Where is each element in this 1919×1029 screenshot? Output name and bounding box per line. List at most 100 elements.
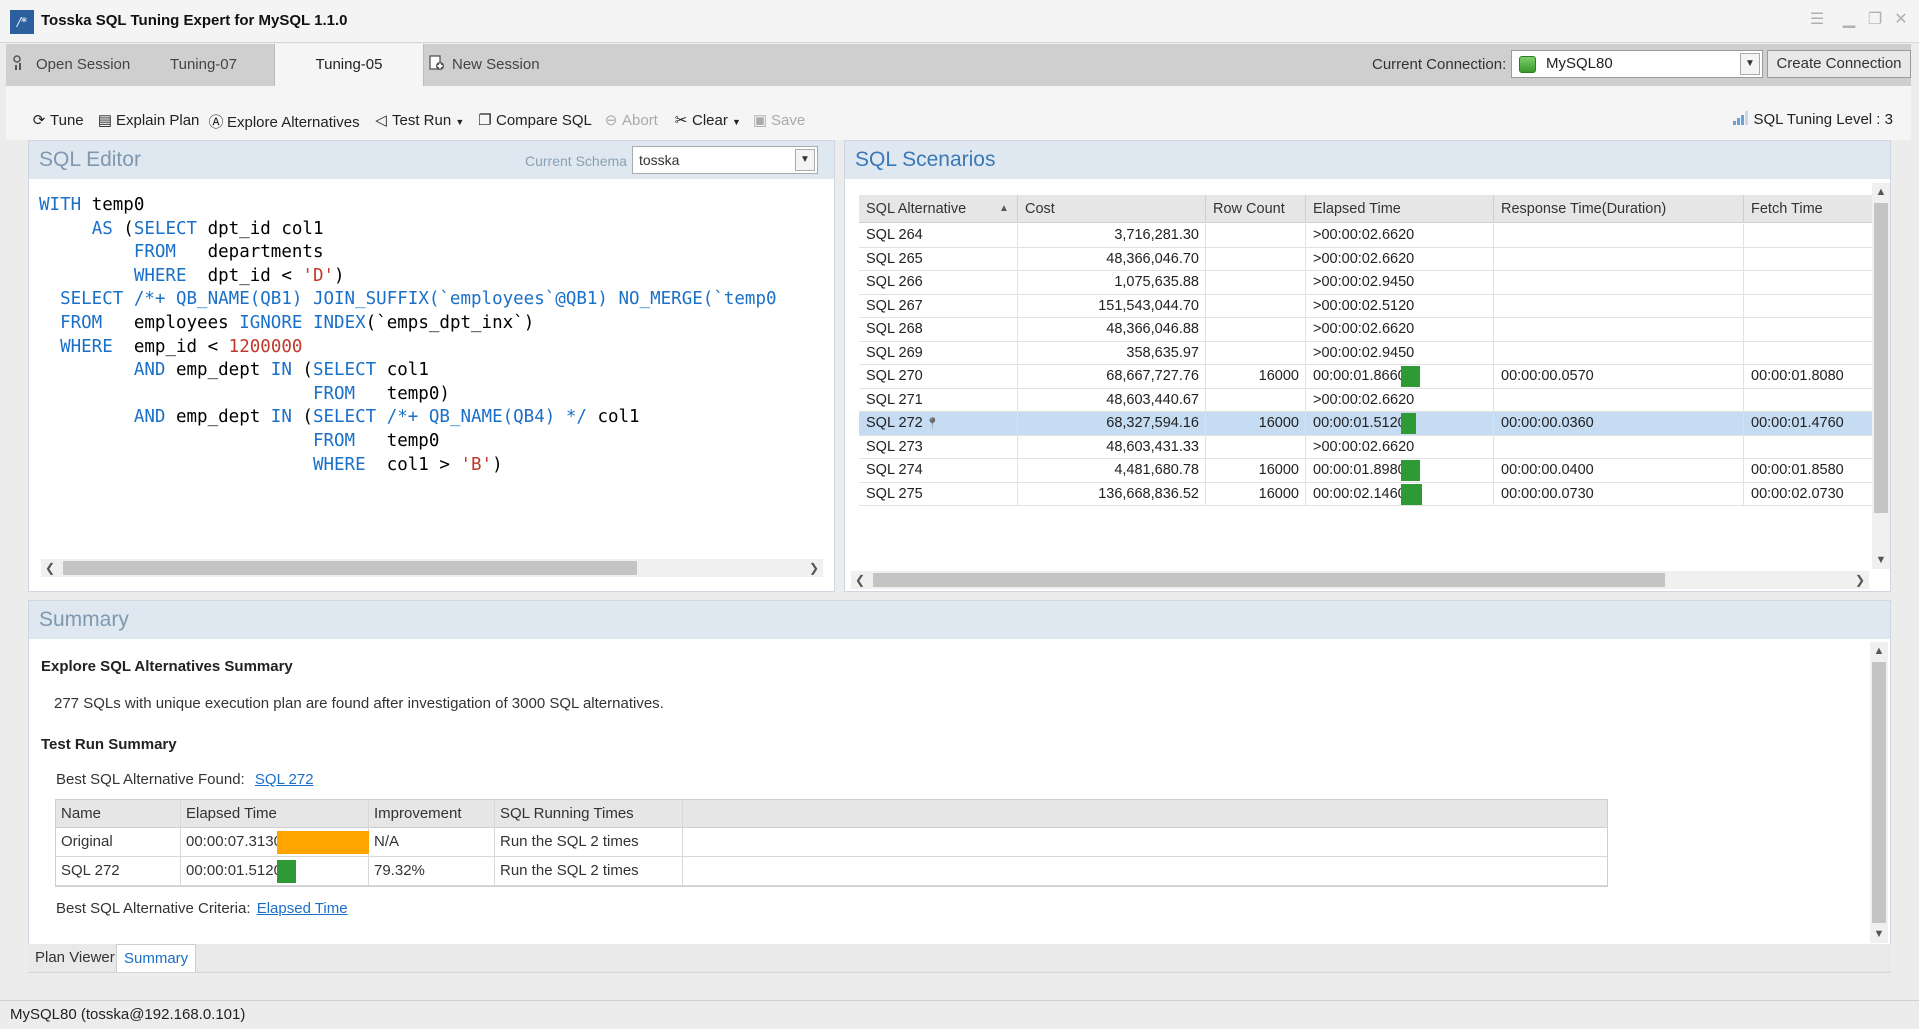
save-icon: ▣ xyxy=(752,112,768,129)
table-row[interactable]: SQL 269 358,635.97 >00:00:02.9450 xyxy=(859,341,1877,365)
cell-elapsed: >00:00:02.5120 xyxy=(1306,294,1494,318)
scroll-thumb[interactable] xyxy=(1874,203,1888,513)
cell-rows: 16000 xyxy=(1206,482,1306,506)
tab-summary[interactable]: Summary xyxy=(116,944,197,972)
clear-dropdown-icon[interactable]: ▼ xyxy=(732,117,741,127)
save-button[interactable]: ▣ Save xyxy=(751,111,805,129)
create-connection-button[interactable]: Create Connection xyxy=(1767,50,1911,78)
cell-response: 00:00:00.0570 xyxy=(1494,365,1744,388)
cell-elapsed: >00:00:02.6620 xyxy=(1306,388,1494,412)
cell-elapsed: 00:00:01.5120 xyxy=(181,857,369,885)
column-name[interactable]: Name xyxy=(56,800,181,828)
cell-text: 16000 xyxy=(1258,368,1299,384)
cell-cost: 358,635.97 xyxy=(1018,341,1206,365)
clear-button[interactable]: ✂ Clear ▼ xyxy=(672,111,741,129)
cell-text: >00:00:02.6620 xyxy=(1313,250,1415,267)
table-row[interactable]: SQL 264 3,716,281.30 >00:00:02.6620 xyxy=(859,224,1877,248)
table-row[interactable]: SQL 272 📍 68,327,594.16 16000 00:00:01.5120 0… xyxy=(859,412,1877,436)
scroll-right-icon[interactable]: ❯ xyxy=(1851,571,1869,589)
scroll-up-icon[interactable]: ▲ xyxy=(1870,642,1888,660)
menu-icon[interactable]: ☰ xyxy=(1806,10,1828,30)
chevron-down-icon[interactable]: ▼ xyxy=(1740,53,1760,75)
cell-text: N/A xyxy=(374,833,400,850)
tune-button[interactable]: ⟳ Tune xyxy=(30,111,84,129)
table-row[interactable]: SQL 272 00:00:01.5120 79.32% Run the SQL 2 … xyxy=(56,857,1607,886)
status-bar: MySQL80 (tosska@192.168.0.101) xyxy=(0,1000,1919,1029)
table-row[interactable]: SQL 268 48,366,046.88 >00:00:02.6620 xyxy=(859,318,1877,342)
scroll-up-icon[interactable]: ▲ xyxy=(1872,183,1890,201)
column-row-count[interactable]: Row Count xyxy=(1206,195,1306,223)
cell-text: 48,603,440.67 xyxy=(1106,391,1199,408)
test-run-dropdown-icon[interactable]: ▼ xyxy=(455,117,464,127)
compare-sql-button[interactable]: ❐ Compare SQL xyxy=(476,111,592,129)
best-found-link[interactable]: SQL 272 xyxy=(255,771,314,788)
column-cost[interactable]: Cost xyxy=(1018,195,1206,223)
chevron-down-icon[interactable]: ▼ xyxy=(795,149,815,171)
scroll-left-icon[interactable]: ❮ xyxy=(851,571,869,589)
scroll-down-icon[interactable]: ▼ xyxy=(1872,551,1890,569)
table-row[interactable]: SQL 274 4,481,680.78 16000 00:00:01.8980 00:… xyxy=(859,459,1877,483)
explain-plan-label: Explain Plan xyxy=(116,112,200,129)
column-elapsed-time[interactable]: Elapsed Time xyxy=(181,800,369,828)
connection-select[interactable]: MySQL80 ▼ xyxy=(1511,50,1763,78)
sql-editor-panel: SQL Editor Current Schema tosska ▼ WITH … xyxy=(28,140,835,592)
table-row[interactable]: SQL 266 1,075,635.88 >00:00:02.9450 xyxy=(859,271,1877,295)
table-row[interactable]: SQL 265 48,366,046.70 >00:00:02.6620 xyxy=(859,247,1877,271)
cell-text: SQL 271 xyxy=(866,391,923,408)
scroll-down-icon[interactable]: ▼ xyxy=(1870,925,1888,943)
code-line: FROM employees IGNORE INDEX(`emps_dpt_in… xyxy=(60,312,535,333)
cell-text: SQL 265 xyxy=(866,250,923,267)
cell-text: 3,716,281.30 xyxy=(1114,227,1199,243)
column-response-time[interactable]: Response Time(Duration) xyxy=(1494,195,1744,223)
column-fetch-time[interactable]: Fetch Time xyxy=(1744,195,1877,223)
editor-horizontal-scrollbar[interactable]: ❮ ❯ xyxy=(41,559,823,577)
cell-name: SQL 275 xyxy=(859,482,1018,506)
explore-alternatives-button[interactable]: Ⓐ Explore Alternatives xyxy=(207,111,359,132)
column-sql-alternative[interactable]: SQL Alternative ▲ xyxy=(859,195,1018,223)
tab-new-session[interactable]: New Session xyxy=(428,44,540,86)
grid-horizontal-scrollbar[interactable]: ❮ ❯ xyxy=(851,571,1869,589)
cell-cost: 4,481,680.78 xyxy=(1018,459,1206,482)
sql-code-editor[interactable]: WITH temp0 AS (SELECT dpt_id col1 FROM d… xyxy=(39,194,777,477)
table-row[interactable]: SQL 267 151,543,044.70 >00:00:02.5120 xyxy=(859,294,1877,318)
table-row[interactable]: Original 00:00:07.3130 N/A Run the SQL 2 ti… xyxy=(56,828,1607,857)
grid-vertical-scrollbar[interactable]: ▲ ▼ xyxy=(1872,183,1890,569)
test-run-button[interactable]: ◁ Test Run ▼ xyxy=(372,111,464,129)
app-logo-icon: /* xyxy=(10,10,34,34)
schema-select[interactable]: tosska ▼ xyxy=(632,146,818,174)
abort-button[interactable]: ⊖ Abort xyxy=(602,111,658,129)
tab-tuning-07[interactable]: Tuning-07 xyxy=(170,44,237,86)
table-row[interactable]: SQL 270 68,667,727.76 16000 00:00:01.8660 00… xyxy=(859,365,1877,389)
column-running-times[interactable]: SQL Running Times xyxy=(495,800,683,828)
tab-open-session[interactable]: Open Session xyxy=(12,44,130,86)
save-label: Save xyxy=(771,112,806,129)
cell-response: 00:00:00.0400 xyxy=(1494,459,1744,482)
scroll-thumb[interactable] xyxy=(63,561,637,575)
close-icon[interactable]: ✕ xyxy=(1890,10,1912,30)
scroll-thumb[interactable] xyxy=(873,573,1665,587)
tab-plan-viewer[interactable]: Plan Viewer xyxy=(28,944,122,972)
column-elapsed-time[interactable]: Elapsed Time xyxy=(1306,195,1494,223)
table-row[interactable]: SQL 273 48,603,431.33 >00:00:02.6620 xyxy=(859,435,1877,459)
table-row[interactable]: SQL 275 136,668,836.52 16000 00:00:02.1460 0… xyxy=(859,482,1877,506)
compare-sql-label: Compare SQL xyxy=(496,112,592,129)
cell-text: 358,635.97 xyxy=(1126,344,1199,361)
column-improvement[interactable]: Improvement xyxy=(369,800,495,828)
explain-plan-button[interactable]: ▤ Explain Plan xyxy=(96,111,199,129)
scroll-thumb[interactable] xyxy=(1872,662,1886,923)
summary-vertical-scrollbar[interactable]: ▲ ▼ xyxy=(1870,642,1888,943)
cell-text: >00:00:02.5120 xyxy=(1313,297,1415,314)
elapsed-time-bar xyxy=(277,831,369,854)
scroll-right-icon[interactable]: ❯ xyxy=(805,559,823,577)
scroll-left-icon[interactable]: ❮ xyxy=(41,559,59,577)
grid-header: SQL Alternative ▲ Cost Row Count Elapsed … xyxy=(859,195,1877,223)
cell-elapsed: >00:00:02.6620 xyxy=(1306,318,1494,341)
clear-label: Clear xyxy=(692,112,728,129)
criteria-link[interactable]: Elapsed Time xyxy=(257,900,348,917)
minimize-icon[interactable]: ▁ xyxy=(1838,10,1860,30)
abort-label: Abort xyxy=(622,112,658,129)
restore-icon[interactable]: ❐ xyxy=(1864,10,1886,30)
cell-elapsed: >00:00:02.9450 xyxy=(1306,341,1494,365)
tab-tuning-05[interactable]: Tuning-05 xyxy=(274,44,424,86)
table-row[interactable]: SQL 271 48,603,440.67 >00:00:02.6620 xyxy=(859,388,1877,412)
